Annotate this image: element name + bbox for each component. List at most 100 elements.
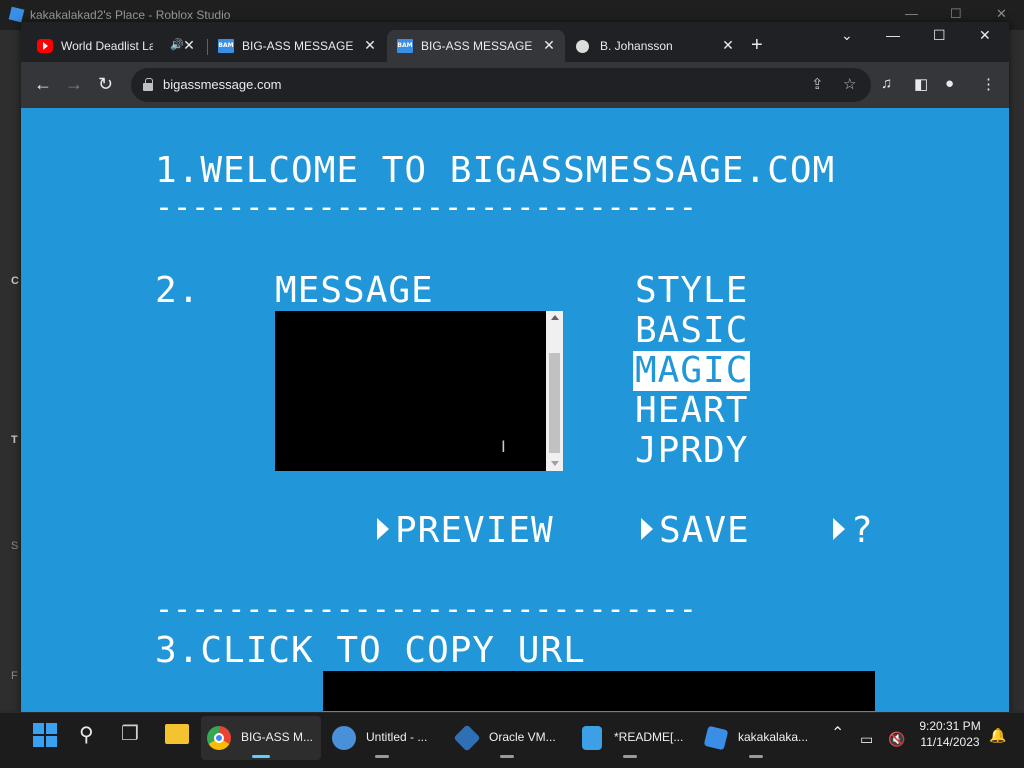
page-content: 1.WELCOME TO BIGASSMESSAGE.COM ---------… <box>21 108 1009 712</box>
new-tab-button[interactable]: + <box>751 35 763 55</box>
tab-bigass-message-1[interactable]: BAM BIG-ASS MESSAGE ✕ <box>208 30 386 62</box>
close-tab-icon[interactable]: ✕ <box>181 37 197 53</box>
chrome-icon <box>207 726 231 750</box>
back-arrow-icon[interactable]: ← <box>34 74 52 94</box>
bookmark-star-icon[interactable]: ☆ <box>843 75 856 93</box>
system-clock[interactable]: 9:20:31 PM 11/14/2023 <box>916 718 984 750</box>
youtube-icon <box>37 39 53 53</box>
tab-b-johansson[interactable]: B. Johansson ✕ <box>566 30 744 62</box>
preview-label: PREVIEW <box>395 510 554 551</box>
minimize-icon[interactable]: — <box>886 27 900 43</box>
clock-time: 9:20:31 PM <box>919 719 981 733</box>
taskbar-app-label: BIG-ASS M... <box>241 730 314 744</box>
close-tab-icon[interactable]: ✕ <box>541 37 557 53</box>
roblox-right-panel <box>1008 30 1024 710</box>
scroll-up-arrow-icon[interactable] <box>551 315 559 320</box>
file-explorer-icon[interactable] <box>165 724 189 744</box>
share-icon[interactable]: ⇪ <box>811 75 824 93</box>
maximize-icon[interactable]: ☐ <box>933 27 946 44</box>
taskbar-app-label: kakakalaka... <box>738 730 809 744</box>
side-panel-icon[interactable]: ◧ <box>914 75 928 93</box>
forward-arrow-icon[interactable]: → <box>65 74 83 94</box>
clock-date: 11/14/2023 <box>920 735 980 749</box>
reload-icon[interactable]: ↻ <box>98 74 113 94</box>
taskbar-app-roblox-studio[interactable]: kakakalaka... <box>698 716 813 760</box>
running-indicator <box>623 755 637 758</box>
scrollbar-thumb[interactable] <box>549 353 560 453</box>
maximize-icon[interactable]: ☐ <box>950 6 962 22</box>
taskbar-app-label: Untitled - ... <box>366 730 428 744</box>
chevron-up-icon[interactable]: ⌃ <box>831 723 844 743</box>
style-option-heart[interactable]: HEART <box>633 391 750 431</box>
step2-number: 2. <box>155 270 201 311</box>
virtualbox-icon <box>453 724 481 752</box>
taskbar-app-notepad[interactable]: *README[... <box>574 716 686 760</box>
step3-label: 3.CLICK TO COPY URL <box>155 630 586 671</box>
lock-icon[interactable] <box>143 78 153 91</box>
tab-title: B. Johansson <box>600 39 673 53</box>
style-option-basic[interactable]: BASIC <box>633 311 750 351</box>
minimize-icon[interactable]: — <box>905 6 918 21</box>
tab-strip: World Deadlist La 🔊 ✕ BAM BIG-ASS MESSAG… <box>21 22 1009 62</box>
active-indicator <box>252 755 270 758</box>
task-view-icon[interactable]: ❐ <box>121 721 139 746</box>
message-scrollbar[interactable] <box>546 311 563 471</box>
volume-muted-icon[interactable]: 🔇 <box>888 731 905 748</box>
browser-toolbar: ← → ↻ bigassmessage.com ⇪ ☆ ♫ ◧ ● ⋮ <box>21 62 1009 108</box>
menu-kebab-icon[interactable]: ⋮ <box>981 75 996 93</box>
bam-icon: BAM <box>397 39 413 53</box>
divider-bottom: ------------------------------ <box>155 592 697 627</box>
roblox-studio-icon <box>703 725 729 751</box>
copy-url-field[interactable] <box>323 671 875 711</box>
site-icon <box>576 40 589 53</box>
taskbar-app-label: Oracle VM... <box>489 730 556 744</box>
panel-letter: T <box>11 434 18 446</box>
running-indicator <box>375 755 389 758</box>
notepad-icon <box>582 726 602 750</box>
search-icon[interactable]: ⚲ <box>79 722 94 747</box>
windows-start-icon[interactable] <box>33 723 57 747</box>
tab-bigass-message-2[interactable]: BAM BIG-ASS MESSAGE ✕ <box>387 30 565 62</box>
close-icon[interactable]: ✕ <box>979 27 991 44</box>
roblox-studio-logo-icon <box>8 6 25 23</box>
welcome-heading: 1.WELCOME TO BIGASSMESSAGE.COM <box>155 150 836 191</box>
chrome-window: World Deadlist La 🔊 ✕ BAM BIG-ASS MESSAG… <box>21 22 1009 712</box>
scroll-down-arrow-icon[interactable] <box>551 461 559 466</box>
tab-title: BIG-ASS MESSAGE <box>421 39 533 53</box>
save-button[interactable]: SAVE <box>641 511 750 551</box>
tab-youtube[interactable]: World Deadlist La 🔊 ✕ <box>27 30 205 62</box>
panel-letter: F <box>11 670 18 682</box>
running-indicator <box>748 755 763 758</box>
style-option-jprdy[interactable]: JPRDY <box>633 431 750 471</box>
tab-search-chevron-icon[interactable]: ⌄ <box>841 27 853 44</box>
play-arrow-icon <box>377 518 389 540</box>
panel-letter: S <box>11 540 19 552</box>
style-label: STYLE <box>635 270 749 311</box>
taskbar: ⚲ ❐ BIG-ASS M... Untitled - ... Oracle V… <box>0 712 1024 768</box>
network-icon[interactable]: ▭ <box>860 731 873 748</box>
notification-bell-icon[interactable]: 🔔 <box>989 727 1006 744</box>
tab-title: World Deadlist La <box>61 39 153 53</box>
help-button[interactable]: ? <box>833 511 874 551</box>
taskbar-app-label: *README[... <box>614 730 684 744</box>
play-arrow-icon <box>833 518 845 540</box>
taskbar-app-paint[interactable]: Untitled - ... <box>326 716 438 760</box>
message-label: MESSAGE <box>275 270 434 311</box>
preview-button[interactable]: PREVIEW <box>377 511 554 551</box>
address-bar[interactable]: bigassmessage.com ⇪ ☆ <box>131 68 871 102</box>
close-tab-icon[interactable]: ✕ <box>362 37 378 53</box>
message-textarea[interactable]: I <box>275 311 563 471</box>
close-tab-icon[interactable]: ✕ <box>720 37 736 53</box>
play-arrow-icon <box>641 518 653 540</box>
style-option-magic[interactable]: MAGIC <box>633 351 751 391</box>
close-icon[interactable]: ✕ <box>996 6 1007 22</box>
roblox-studio-title: kakakalakad2's Place - Roblox Studio <box>30 8 231 22</box>
media-controls-icon[interactable]: ♫ <box>881 75 892 92</box>
bam-icon: BAM <box>218 39 234 53</box>
profile-icon[interactable]: ● <box>945 75 954 92</box>
tab-title: BIG-ASS MESSAGE <box>242 39 354 53</box>
taskbar-app-virtualbox[interactable]: Oracle VM... <box>449 716 564 760</box>
taskbar-app-chrome[interactable]: BIG-ASS M... <box>201 716 321 760</box>
running-indicator <box>499 755 514 758</box>
url-text[interactable]: bigassmessage.com <box>163 77 282 92</box>
